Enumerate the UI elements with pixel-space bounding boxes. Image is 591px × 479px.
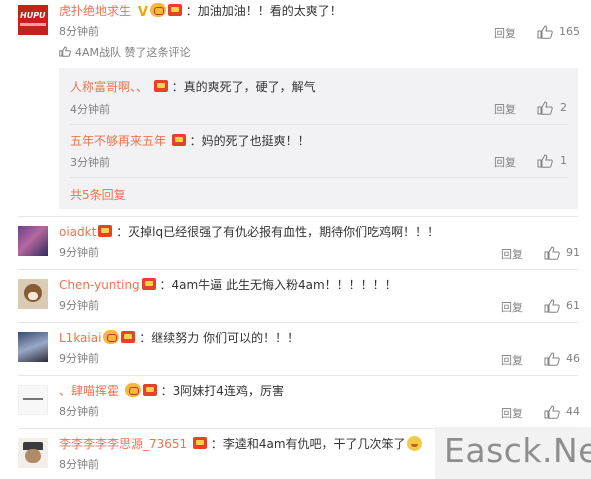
comment-line: L1kaiai ：继续努力 你们可以的！！！ [59, 330, 299, 346]
comment-item: Chen-yunting ：4am牛逼 此生无悔入粉4am！！！！！！ 9分钟前… [0, 274, 591, 324]
laughing-emoji-icon [406, 436, 422, 451]
fan-badge-icon [171, 134, 186, 146]
comment-item: L1kaiai ：继续努力 你们可以的！！！ 9分钟前 回复 46 [0, 327, 591, 377]
sub-replies-box: 人称富哥啊、、 ：真的爽死了，硬了，解气 4分钟前 回复 2 五年不够再来五年 … [59, 68, 578, 209]
avatar-logo-text: HUPU [20, 11, 46, 20]
comment-line: 虎扑绝地求生 V ：加油加油！！看的太爽了！ [59, 3, 342, 21]
thumbs-up-small-icon [59, 46, 71, 57]
comment-item: oiadkt ：灭掉lq已经很强了有仇必报有血性，期待你们吃鸡啊！！！ 9分钟前… [0, 221, 591, 271]
comment-username[interactable]: Chen-yunting [59, 278, 140, 292]
avatar[interactable]: HUPU [18, 5, 48, 35]
avatar[interactable] [18, 226, 48, 256]
divider [70, 124, 568, 125]
watermark-text: Easck.Net [444, 431, 591, 470]
avatar-text-mark [23, 398, 43, 400]
like-count: 44 [566, 405, 580, 418]
comment-text: ：灭掉lq已经很强了有仇必报有血性，期待你们吃鸡啊！！！ [116, 225, 440, 239]
comment-time: 8分钟前 [59, 458, 99, 471]
comment-text: ：加油加油！！看的太爽了！ [185, 4, 342, 18]
vip-badge-icon [124, 383, 141, 397]
thumbs-up-icon[interactable] [537, 25, 553, 39]
comment-time: 8分钟前 [59, 25, 99, 38]
thumbs-up-icon[interactable] [544, 352, 560, 366]
liked-by-line: 4AM战队 赞了这条评论 [59, 44, 191, 60]
divider [70, 177, 568, 178]
reply-button[interactable]: 回复 [501, 246, 523, 262]
like-count: 165 [559, 25, 580, 38]
sub-reply-text: ：妈的死了也挺爽！！ [189, 134, 310, 148]
comment-text: ：继续努力 你们可以的！！！ [139, 331, 300, 345]
avatar[interactable] [18, 385, 48, 415]
thumbs-up-icon[interactable] [537, 101, 553, 115]
like-count: 2 [560, 101, 567, 114]
sub-reply-username[interactable]: 人称富哥啊、、 [70, 80, 148, 94]
reply-button[interactable]: 回复 [494, 154, 516, 170]
comment-item: 、肆喵挥霍 ：3阿妹打4连鸡，厉害 8分钟前 回复 44 [0, 380, 591, 430]
fan-badge-icon [193, 437, 208, 449]
avatar[interactable] [18, 279, 48, 309]
more-replies-link[interactable]: 共5条回复 [70, 186, 126, 203]
avatar-logo-subline [20, 23, 46, 26]
comment-text: ：李逵和4am有仇吧，干了几次笨了 [210, 437, 406, 451]
divider [18, 322, 578, 323]
sub-reply-time: 4分钟前 [70, 103, 110, 116]
fan-badge-icon [121, 331, 136, 343]
divider [18, 269, 578, 270]
comment-username[interactable]: L1kaiai [59, 331, 101, 345]
thumbs-up-icon[interactable] [544, 299, 560, 313]
vip-badge-icon [103, 330, 120, 344]
fan-badge-icon [141, 278, 156, 290]
watermark: Easck.Net [435, 427, 591, 479]
like-count: 1 [560, 154, 567, 167]
fan-badge-icon [142, 384, 157, 396]
comment-text: ：4am牛逼 此生无悔入粉4am！！！！！！ [159, 278, 397, 292]
emoji-mouth [410, 444, 418, 447]
divider [18, 216, 578, 217]
thumbs-up-icon[interactable] [544, 246, 560, 260]
comment-username[interactable]: 李李李李李思源_73651 [59, 437, 187, 451]
reply-button[interactable]: 回复 [501, 299, 523, 315]
reply-button[interactable]: 回复 [494, 101, 516, 117]
vip-badge-icon [149, 3, 166, 17]
sub-reply-item: 人称富哥啊、、 ：真的爽死了，硬了，解气 [70, 78, 316, 95]
avatar[interactable] [18, 332, 48, 362]
sub-reply-item: 五年不够再来五年 ：妈的死了也挺爽！！ [70, 132, 310, 149]
comment-text: ：3阿妹打4连鸡，厉害 [160, 384, 284, 398]
sub-reply-username[interactable]: 五年不够再来五年 [70, 134, 166, 148]
comment-line: oiadkt ：灭掉lq已经很强了有仇必报有血性，期待你们吃鸡啊！！！ [59, 224, 439, 240]
comment-item: HUPU 虎扑绝地求生 V ：加油加油！！看的太爽了！ 8分钟前 回复 165 … [0, 0, 591, 215]
avatar[interactable] [18, 438, 48, 468]
liked-by-text: 4AM战队 赞了这条评论 [75, 46, 191, 59]
divider [18, 375, 578, 376]
comment-username[interactable]: 虎扑绝地求生 [59, 4, 131, 18]
reply-button[interactable]: 回复 [501, 352, 523, 368]
like-count: 91 [566, 246, 580, 259]
comment-line: Chen-yunting ：4am牛逼 此生无悔入粉4am！！！！！！ [59, 277, 397, 293]
comment-username[interactable]: 、肆喵挥霍 [59, 384, 119, 398]
thumbs-up-icon[interactable] [544, 405, 560, 419]
reply-button[interactable]: 回复 [494, 25, 516, 41]
like-count: 61 [566, 299, 580, 312]
comment-time: 9分钟前 [59, 246, 99, 259]
fan-badge-icon [167, 4, 182, 16]
reply-button[interactable]: 回复 [501, 405, 523, 421]
sub-reply-text: ：真的爽死了，硬了，解气 [171, 80, 316, 94]
comment-line: 、肆喵挥霍 ：3阿妹打4连鸡，厉害 [59, 383, 284, 399]
verified-v-icon: V [137, 5, 148, 20]
comment-username[interactable]: oiadkt [59, 225, 96, 239]
fan-badge-icon [153, 80, 168, 92]
fan-badge-icon [98, 225, 113, 237]
comment-time: 9分钟前 [59, 352, 99, 365]
comment-time: 9分钟前 [59, 299, 99, 312]
comment-time: 8分钟前 [59, 405, 99, 418]
thumbs-up-icon[interactable] [537, 154, 553, 168]
sub-reply-time: 3分钟前 [70, 156, 110, 169]
avatar-face [25, 449, 41, 463]
like-count: 46 [566, 352, 580, 365]
comment-line: 李李李李李思源_73651 ：李逵和4am有仇吧，干了几次笨了 [59, 436, 422, 452]
avatar-dog-muzzle [28, 292, 38, 300]
